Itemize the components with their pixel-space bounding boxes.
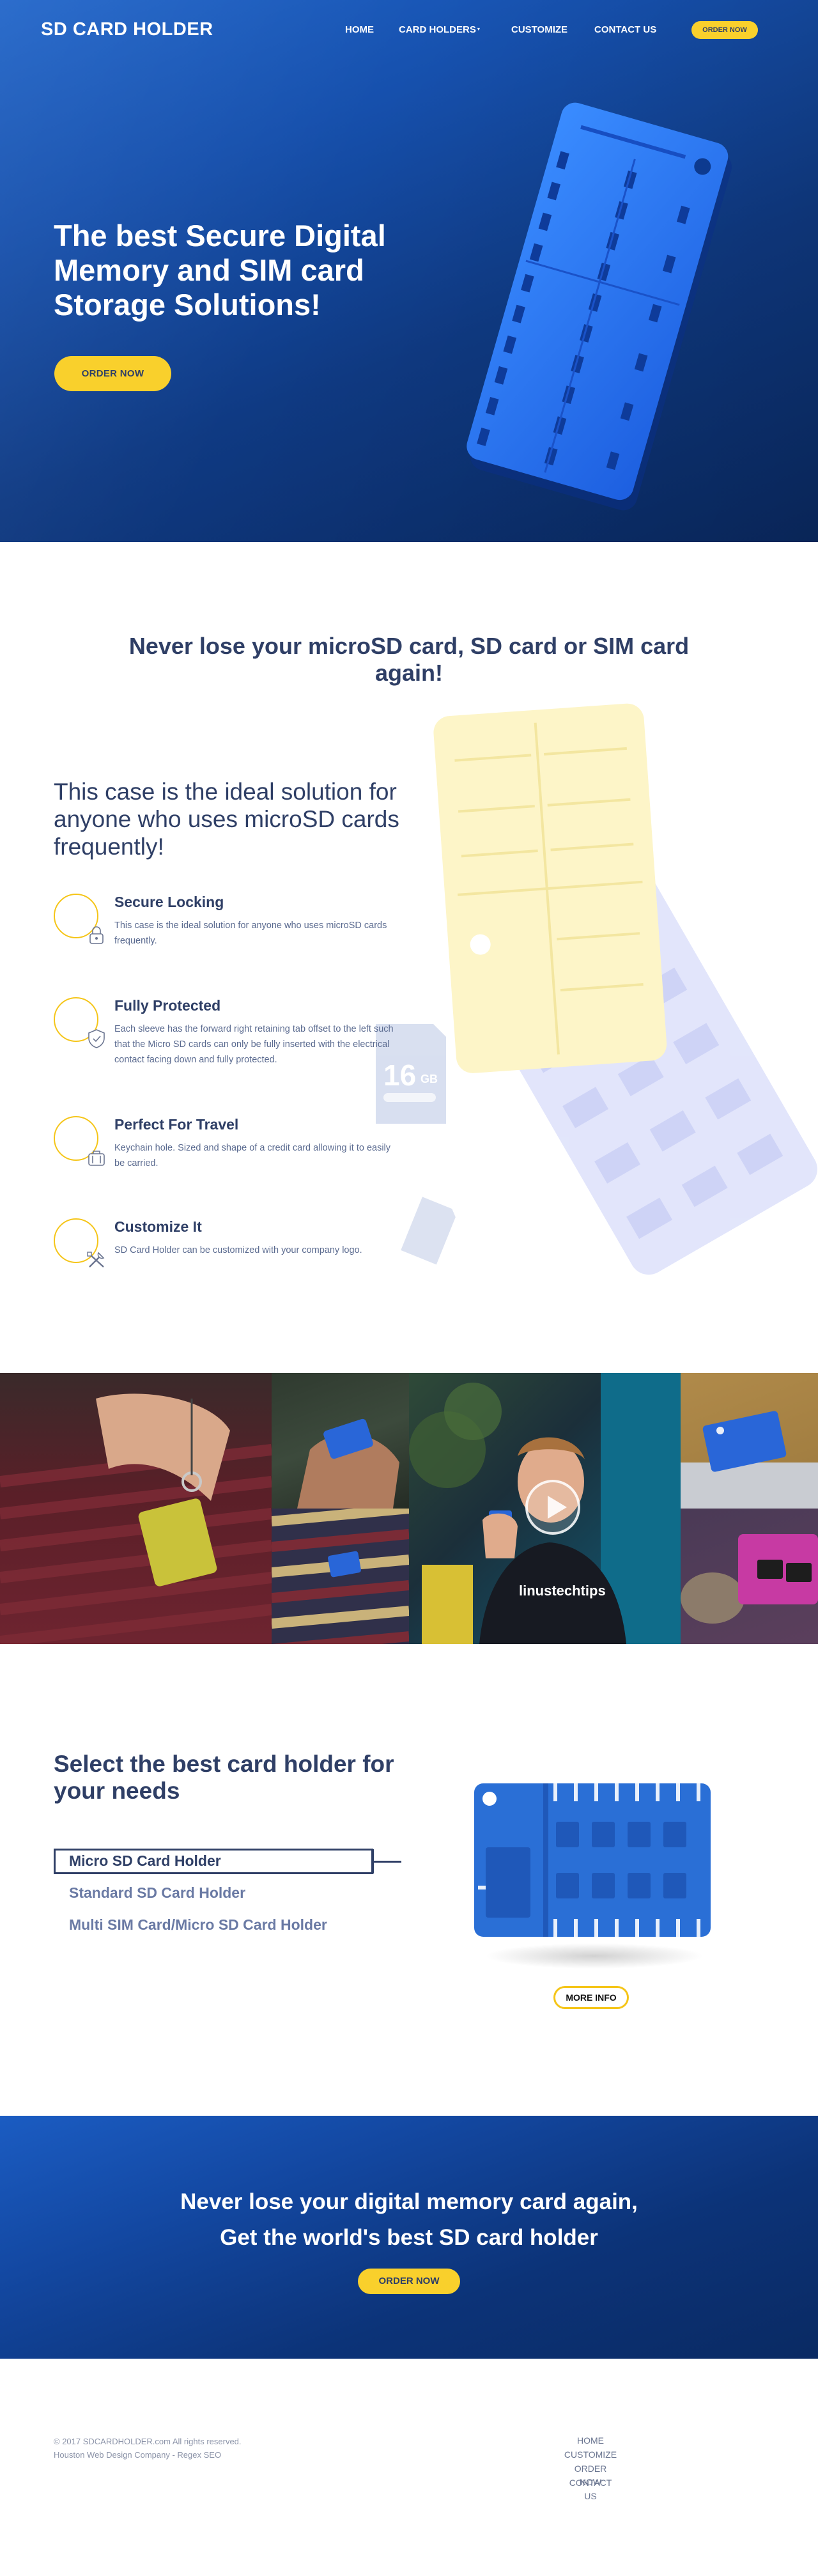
feature-desc: SD Card Holder can be customized with yo… — [114, 1245, 362, 1255]
selected-option-tick — [372, 1849, 374, 1874]
nav-home[interactable]: HOME — [345, 24, 374, 35]
option-standard-sd-card-holder[interactable]: Standard SD Card Holder — [69, 1884, 245, 1902]
cta-line-2: Get the world's best SD card holder — [220, 2225, 598, 2250]
nav-card-holders-label: CARD HOLDERS — [399, 24, 476, 35]
cta-line-1: Never lose your digital memory card agai… — [180, 2189, 638, 2214]
footer-copyright: © 2017 SDCARDHOLDER.com All rights reser… — [54, 2437, 242, 2446]
more-info-button[interactable]: MORE INFO — [553, 1986, 629, 2009]
site-logo[interactable]: SD CARD HOLDER — [41, 19, 213, 40]
lock-icon — [89, 926, 104, 944]
feature-title: Customize It — [114, 1218, 202, 1235]
hero-section: SD CARD HOLDER HOME CARD HOLDERS ▾ CUSTOM… — [0, 0, 818, 542]
footer-link-contact-us[interactable]: CONTACT US — [562, 2476, 619, 2503]
nav-customize[interactable]: CUSTOMIZE — [511, 24, 567, 35]
cta-title: Never lose your digital memory card agai… — [121, 2184, 697, 2256]
photo-laptop-card — [681, 1373, 818, 1509]
option-multi-sim-card-holder[interactable]: Multi SIM Card/Micro SD Card Holder — [69, 1916, 327, 1934]
hero-title: The best Secure Digital Memory and SIM c… — [54, 219, 386, 322]
feature-desc: This case is the ideal solution for anyo… — [114, 920, 387, 946]
footer-link-customize[interactable]: CUSTOMIZE — [562, 2448, 619, 2462]
features-background-illustration: 16 GB — [376, 703, 817, 1275]
footer-credit[interactable]: Houston Web Design Company - Regex SEO — [54, 2449, 221, 2462]
selected-option-connector — [373, 1861, 401, 1863]
tools-icon — [87, 1252, 105, 1268]
intro-title: Never lose your microSD card, SD card or… — [128, 633, 690, 686]
micro-sd-card-holder-image — [474, 1783, 711, 1969]
hero-card-holder-image — [467, 102, 732, 511]
intro-subtitle: This case is the ideal solution for anyo… — [54, 779, 399, 860]
feature-title: Perfect For Travel — [114, 1116, 239, 1133]
shirt-logo-text: linustechtips — [519, 1583, 606, 1599]
feature-desc: Keychain hole. Sized and shape of a cred… — [114, 1143, 391, 1168]
video-gallery-strip: linustechtips — [0, 1373, 818, 1644]
photo-keychain-holder — [0, 1373, 272, 1644]
top-navbar: SD CARD HOLDER HOME CARD HOLDERS ▾ CUSTOM… — [0, 0, 818, 61]
feature-title: Fully Protected — [114, 997, 221, 1014]
footer-link-home[interactable]: HOME — [562, 2434, 619, 2448]
nav-card-holders[interactable]: CARD HOLDERS ▾ — [399, 24, 480, 35]
nav-contact-us[interactable]: CONTACT US — [594, 24, 656, 35]
option-micro-sd-card-holder[interactable]: Micro SD Card Holder — [69, 1852, 221, 1870]
feature-desc: Each sleeve has the forward right retain… — [114, 1024, 394, 1065]
play-icon[interactable] — [525, 1480, 580, 1535]
sd-card-unit: GB — [421, 1073, 438, 1085]
photo-striped-sweater — [272, 1509, 409, 1644]
suitcase-icon — [88, 1151, 105, 1166]
photo-pink-holder — [681, 1509, 818, 1644]
feature-title: Secure Locking — [114, 894, 224, 910]
hero-order-now-button[interactable]: ORDER NOW — [54, 356, 171, 391]
cta-order-now-button[interactable]: ORDER NOW — [358, 2269, 460, 2294]
photo-hand-blue-card — [272, 1373, 409, 1509]
caret-down-icon: ▾ — [477, 26, 480, 32]
shield-icon — [88, 1029, 105, 1048]
nav-order-now-button[interactable]: ORDER NOW — [691, 21, 758, 39]
selector-title: Select the best card holder for your nee… — [54, 1751, 394, 1804]
